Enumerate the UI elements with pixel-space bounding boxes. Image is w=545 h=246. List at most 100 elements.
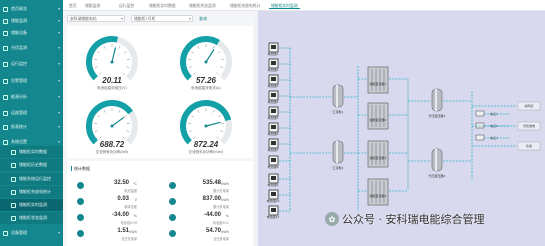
menu-icon [3, 30, 8, 36]
gauge-tick [122, 136, 125, 139]
diagram-label: 升压变压器1 [429, 113, 446, 118]
sidebar-item[interactable]: 储能柜实时数据 [0, 146, 63, 158]
menu-icon [3, 124, 8, 130]
gauge-tick [197, 109, 200, 113]
menu-icon [3, 139, 8, 145]
battery-cell [271, 93, 276, 97]
gauge-label: 电池组直流电压(V) [97, 86, 127, 90]
sidebar-item[interactable]: 储能柜实时监测 [0, 199, 63, 211]
sidebar-item[interactable]: 设备管理 ▾ [0, 227, 63, 239]
chevron-down-icon: ▾ [57, 18, 60, 23]
menu-icon [3, 110, 8, 116]
sidebar-item[interactable]: 储能柜充放电统计 [0, 186, 63, 198]
stat-item: 54.70 kWh 当日放电量 [161, 228, 251, 242]
menu-icon [3, 230, 8, 236]
chevron-down-icon: ▾ [57, 78, 60, 83]
chevron-down-icon: ▾ [57, 230, 60, 235]
watermark: ✿ 公众号 · 安科瑞电能综合管理 [325, 210, 485, 228]
diagram-label: 电池组11 [267, 214, 280, 219]
sidebar-item-label: 储能柜实时监测 [19, 202, 47, 207]
stat-unit: kWh [221, 198, 229, 202]
sidebar-item-label: 储能设备 [11, 30, 27, 35]
menu-icon [11, 162, 16, 168]
diagram-label: 电池组6 [268, 131, 279, 136]
gauge-tick [123, 51, 127, 54]
stat-unit: V [134, 198, 137, 202]
tab[interactable]: 储能监测 [83, 2, 102, 9]
gauge-fill [86, 100, 134, 145]
diagram-label: 储能变流器4 [370, 193, 387, 198]
stat-value: 1.51 [117, 228, 129, 234]
stat-icon [77, 182, 84, 189]
diagram-label: 光伏发电 [523, 123, 535, 128]
sidebar-item-label: 能源分析 [11, 94, 27, 99]
sidebar-item-label: 储能柜实时数据 [19, 149, 47, 154]
sidebar-item-label: 告警管理 [11, 78, 27, 83]
stat-label: 电池温度 [124, 189, 137, 193]
cabinet-icon [367, 178, 389, 206]
sidebar-item[interactable]: 储能系统运行监控 [0, 173, 63, 185]
sidebar-item[interactable]: 储能设备 ▾ [0, 27, 63, 39]
gauge-tick [122, 72, 125, 75]
tab[interactable]: 储能柜实时监测 [269, 2, 300, 9]
sidebar-item[interactable]: 首页概览 ▾ [0, 3, 63, 15]
gauge-tick [217, 51, 221, 54]
gauge-needle [205, 121, 221, 127]
tab[interactable]: 储能柜状态监测 [187, 2, 218, 9]
query-button[interactable]: 查询 [199, 15, 207, 22]
gauge-tick [220, 130, 224, 132]
menu-icon [3, 18, 8, 24]
stat-label: 当日充电量 [121, 237, 137, 241]
sidebar-item[interactable]: 运维管理 ▾ [0, 107, 63, 119]
stat-value: 535.48 [202, 180, 221, 186]
tab[interactable]: 储能柜实时数据 [147, 2, 178, 9]
stat-label: 电池组SOH [120, 221, 138, 225]
sidebar-item[interactable]: 光伏监测 ▾ [0, 42, 63, 54]
station-select[interactable]: 安科瑞储能电站 ▾ [67, 15, 125, 22]
stat-unit: kWh [129, 230, 137, 234]
chevron-down-icon: ▾ [57, 6, 60, 11]
sidebar-item[interactable]: 储能柜状态监测 [0, 212, 63, 224]
tank-highlight [336, 85, 338, 107]
stat-item: 837.00 kWh 累计放电量 [161, 196, 251, 210]
stat-item: 1.51 kWh 当日充电量 [69, 228, 159, 242]
stat-label: 累计充电量 [213, 189, 229, 193]
sidebar-item[interactable]: 储能监测 ▾ [0, 15, 63, 27]
sidebar-item-label: 运维管理 [11, 110, 27, 115]
sidebar-item-label: 储能柜状态监测 [19, 215, 47, 220]
gauge-tick [188, 66, 192, 68]
menu-icon [3, 45, 8, 51]
gauge-hub [110, 124, 114, 128]
tab[interactable]: 储能柜充放电统计 [228, 2, 262, 9]
stat-label: 当日放电量 [213, 237, 229, 241]
chevron-down-icon: ▾ [57, 61, 60, 66]
wechat-icon: ✿ [325, 212, 339, 226]
sidebar-item[interactable]: 能源分析 ▾ [0, 91, 63, 103]
diagram-label: 电池组9 [268, 182, 279, 187]
gauge-tick [126, 130, 130, 132]
diagram-label: 储能变流器3 [370, 155, 387, 160]
gauge-tick [126, 66, 130, 68]
watermark-text: 公众号 · 安科瑞电能综合管理 [342, 213, 485, 226]
device-select[interactable]: 储能柜1号柜 ▾ [131, 15, 193, 22]
gauge-tick [216, 136, 219, 139]
battery-cell [271, 158, 276, 162]
sidebar-item[interactable]: 运行监控 ▾ [0, 58, 63, 70]
gauge-value: 57.26 [195, 76, 217, 85]
tab[interactable]: 运行监控 [117, 2, 136, 9]
gauge-label: 交流侧无功功率(kVar) [188, 150, 224, 154]
sidebar-item[interactable]: 报表统计 ▾ [0, 121, 63, 133]
gauge-fill [180, 36, 220, 81]
stat-value: -34.00 [111, 212, 129, 218]
diagram-label: 汇流柜1 [333, 109, 344, 114]
gauge-tick [197, 45, 200, 49]
sidebar-item-label: 储能柜历史数据 [19, 162, 47, 167]
gauge-tick [97, 115, 101, 118]
tab[interactable]: 首页 [67, 2, 79, 9]
diagram-label: 电池组8 [268, 164, 279, 169]
gauge-tick [191, 115, 195, 118]
sidebar-item[interactable]: 储能柜历史数据 [0, 159, 63, 171]
stat-icon [169, 230, 176, 237]
sidebar-item-label: 首页概览 [11, 6, 27, 11]
sidebar-item[interactable]: 告警管理 ▾ [0, 75, 63, 87]
